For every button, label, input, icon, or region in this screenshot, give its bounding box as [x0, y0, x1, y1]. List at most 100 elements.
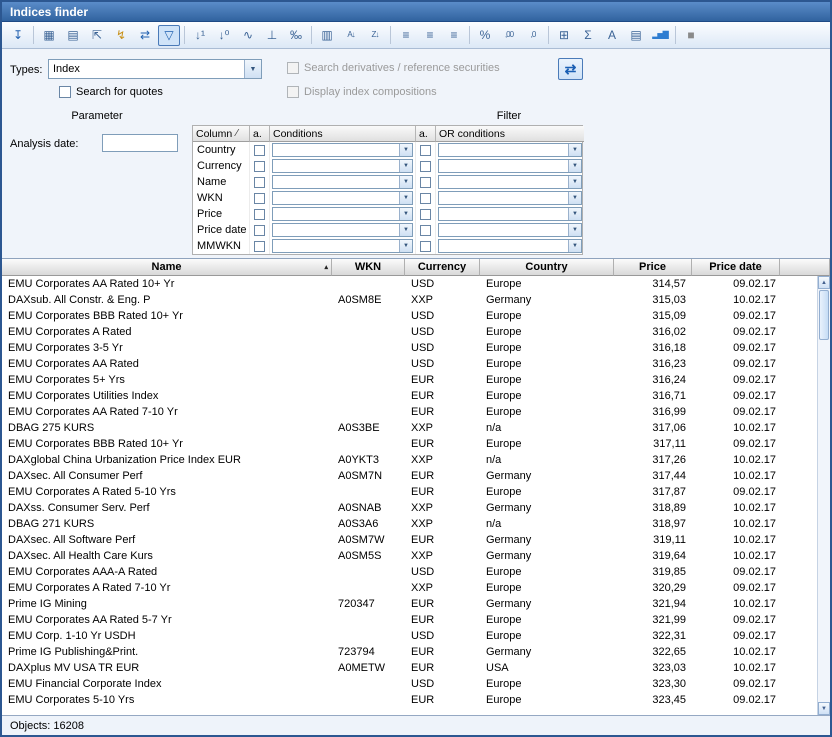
data-table-icon[interactable]: ▤	[625, 25, 647, 46]
table-row[interactable]: EMU Corporates Utilities Index EUR Europ…	[2, 388, 817, 404]
filter-condition-combobox[interactable]: ▼	[272, 175, 413, 189]
chevron-down-icon[interactable]: ▼	[399, 144, 412, 156]
chevron-down-icon[interactable]: ▼	[568, 192, 581, 204]
filter-or-checkbox[interactable]	[420, 241, 431, 252]
table-row[interactable]: EMU Corporates 3-5 Yr USD Europe 316,18 …	[2, 340, 817, 356]
column-header-currency[interactable]: Currency	[405, 259, 480, 276]
add-decimal-icon[interactable]: ,00	[498, 25, 520, 46]
table-row[interactable]: EMU Corporates A Rated 7-10 Yr XXP Europ…	[2, 580, 817, 596]
table-row[interactable]: DBAG 271 KURS A0S3A6 XXP n/a 318,97 10.0…	[2, 516, 817, 532]
align-left-icon[interactable]: ≡	[395, 25, 417, 46]
table-row[interactable]: DAXsec. All Consumer Perf A0SM7N EUR Ger…	[2, 468, 817, 484]
chevron-down-icon[interactable]: ▼	[244, 60, 261, 78]
filter-condition-combobox[interactable]: ▼	[272, 223, 413, 237]
refresh-data-icon[interactable]: ⇄	[134, 25, 156, 46]
table-row[interactable]: DAXplus MV USA TR EUR A0METW EUR USA 323…	[2, 660, 817, 676]
filter-and-checkbox[interactable]	[254, 209, 265, 220]
filter-or-checkbox[interactable]	[420, 161, 431, 172]
chevron-down-icon[interactable]: ▼	[399, 208, 412, 220]
filter-and-checkbox[interactable]	[254, 161, 265, 172]
filter-or-condition-combobox[interactable]: ▼	[438, 175, 582, 189]
sum-icon[interactable]: Σ	[577, 25, 599, 46]
table-row[interactable]: Prime IG Publishing&Print. 723794 EUR Ge…	[2, 644, 817, 660]
notes-icon[interactable]: ▥	[316, 25, 338, 46]
chevron-down-icon[interactable]: ▼	[568, 144, 581, 156]
table-row[interactable]: DAXsub. All Constr. & Eng. P A0SM8E XXP …	[2, 292, 817, 308]
analysis-date-input[interactable]	[102, 134, 178, 152]
table-row[interactable]: EMU Corporates AA Rated 5-7 Yr EUR Europ…	[2, 612, 817, 628]
table-row[interactable]: DAXglobal China Urbanization Price Index…	[2, 452, 817, 468]
table-row[interactable]: EMU Corporates A Rated USD Europe 316,02…	[2, 324, 817, 340]
table-row[interactable]: EMU Corporates 5-10 Yrs EUR Europe 323,4…	[2, 692, 817, 708]
bar-chart-icon[interactable]: ▂▅▇	[649, 25, 671, 46]
refresh-button[interactable]: ⇄	[558, 58, 583, 80]
filter-condition-combobox[interactable]: ▼	[272, 191, 413, 205]
filter-or-condition-combobox[interactable]: ▼	[438, 207, 582, 221]
stop-icon[interactable]: ■	[680, 25, 702, 46]
filter-or-checkbox[interactable]	[420, 209, 431, 220]
subtotal-icon[interactable]: ⊞	[553, 25, 575, 46]
filter-or-checkbox[interactable]	[420, 225, 431, 236]
table-row[interactable]: EMU Corporates BBB Rated 10+ Yr EUR Euro…	[2, 436, 817, 452]
table-row[interactable]: DAXsec. All Health Care Kurs A0SM5S XXP …	[2, 548, 817, 564]
font-icon[interactable]: A	[601, 25, 623, 46]
column-header-price-date[interactable]: Price date	[692, 259, 780, 276]
chevron-down-icon[interactable]: ▼	[568, 176, 581, 188]
filter-condition-combobox[interactable]: ▼	[272, 207, 413, 221]
table-row[interactable]: EMU Corporates 5+ Yrs EUR Europe 316,24 …	[2, 372, 817, 388]
baseline-icon[interactable]: ⊥	[261, 25, 283, 46]
filter-or-checkbox[interactable]	[420, 193, 431, 204]
table-row[interactable]: EMU Corporates A Rated 5-10 Yrs EUR Euro…	[2, 484, 817, 500]
table-row[interactable]: EMU Financial Corporate Index USD Europe…	[2, 676, 817, 692]
live-update-icon[interactable]: ↯	[110, 25, 132, 46]
vertical-scrollbar[interactable]: ▲ ▼	[817, 276, 830, 715]
column-header-wkn[interactable]: WKN	[332, 259, 405, 276]
per-mille-icon[interactable]: ‰	[285, 25, 307, 46]
search-for-quotes-checkbox[interactable]	[59, 86, 71, 98]
sort-ascending-icon[interactable]: A↓	[340, 25, 362, 46]
trend-line-icon[interactable]: ∿	[237, 25, 259, 46]
table-row[interactable]: EMU Corporates AAA-A Rated USD Europe 31…	[2, 564, 817, 580]
table-row[interactable]: DAXss. Consumer Serv. Perf A0SNAB XXP Ge…	[2, 500, 817, 516]
remove-decimal-icon[interactable]: ,0	[522, 25, 544, 46]
table-row[interactable]: EMU Corporates AA Rated USD Europe 316,2…	[2, 356, 817, 372]
filter-or-checkbox[interactable]	[420, 177, 431, 188]
filter-and-checkbox[interactable]	[254, 177, 265, 188]
filter-or-condition-combobox[interactable]: ▼	[438, 191, 582, 205]
chevron-down-icon[interactable]: ▼	[399, 192, 412, 204]
chevron-down-icon[interactable]: ▼	[568, 160, 581, 172]
filter-or-checkbox[interactable]	[420, 145, 431, 156]
sort-down-1-icon[interactable]: ↓¹	[189, 25, 211, 46]
table-row[interactable]: EMU Corporates BBB Rated 10+ Yr USD Euro…	[2, 308, 817, 324]
column-header-price[interactable]: Price	[614, 259, 692, 276]
import-list-icon[interactable]: ↧	[7, 25, 29, 46]
sort-descending-icon[interactable]: Z↓	[364, 25, 386, 46]
chevron-down-icon[interactable]: ▼	[568, 224, 581, 236]
chevron-down-icon[interactable]: ▼	[399, 176, 412, 188]
table-row[interactable]: DAXsec. All Software Perf A0SM7W EUR Ger…	[2, 532, 817, 548]
chart-window-icon[interactable]: ▤	[62, 25, 84, 46]
filter-or-condition-combobox[interactable]: ▼	[438, 143, 582, 157]
column-header-name[interactable]: Name ▴	[2, 259, 332, 276]
filter-or-condition-combobox[interactable]: ▼	[438, 239, 582, 253]
filter-or-condition-combobox[interactable]: ▼	[438, 159, 582, 173]
scrollbar-thumb[interactable]	[819, 290, 829, 340]
filter-condition-combobox[interactable]: ▼	[272, 239, 413, 253]
filter-icon[interactable]: ▽	[158, 25, 180, 46]
scrollbar-track[interactable]	[818, 341, 830, 702]
chevron-down-icon[interactable]: ▼	[399, 240, 412, 252]
filter-and-checkbox[interactable]	[254, 193, 265, 204]
align-center-icon[interactable]: ≡	[419, 25, 441, 46]
chevron-down-icon[interactable]: ▼	[399, 224, 412, 236]
scroll-down-button[interactable]: ▼	[818, 702, 830, 715]
table-row[interactable]: EMU Corporates AA Rated 7-10 Yr EUR Euro…	[2, 404, 817, 420]
zoom-chart-icon[interactable]: ▦	[38, 25, 60, 46]
filter-condition-combobox[interactable]: ▼	[272, 143, 413, 157]
filter-and-checkbox[interactable]	[254, 225, 265, 236]
chevron-down-icon[interactable]: ▼	[568, 208, 581, 220]
scroll-up-button[interactable]: ▲	[818, 276, 830, 289]
percent-icon[interactable]: %	[474, 25, 496, 46]
sort-down-0-icon[interactable]: ↓⁰	[213, 25, 235, 46]
chevron-down-icon[interactable]: ▼	[568, 240, 581, 252]
filter-and-checkbox[interactable]	[254, 145, 265, 156]
